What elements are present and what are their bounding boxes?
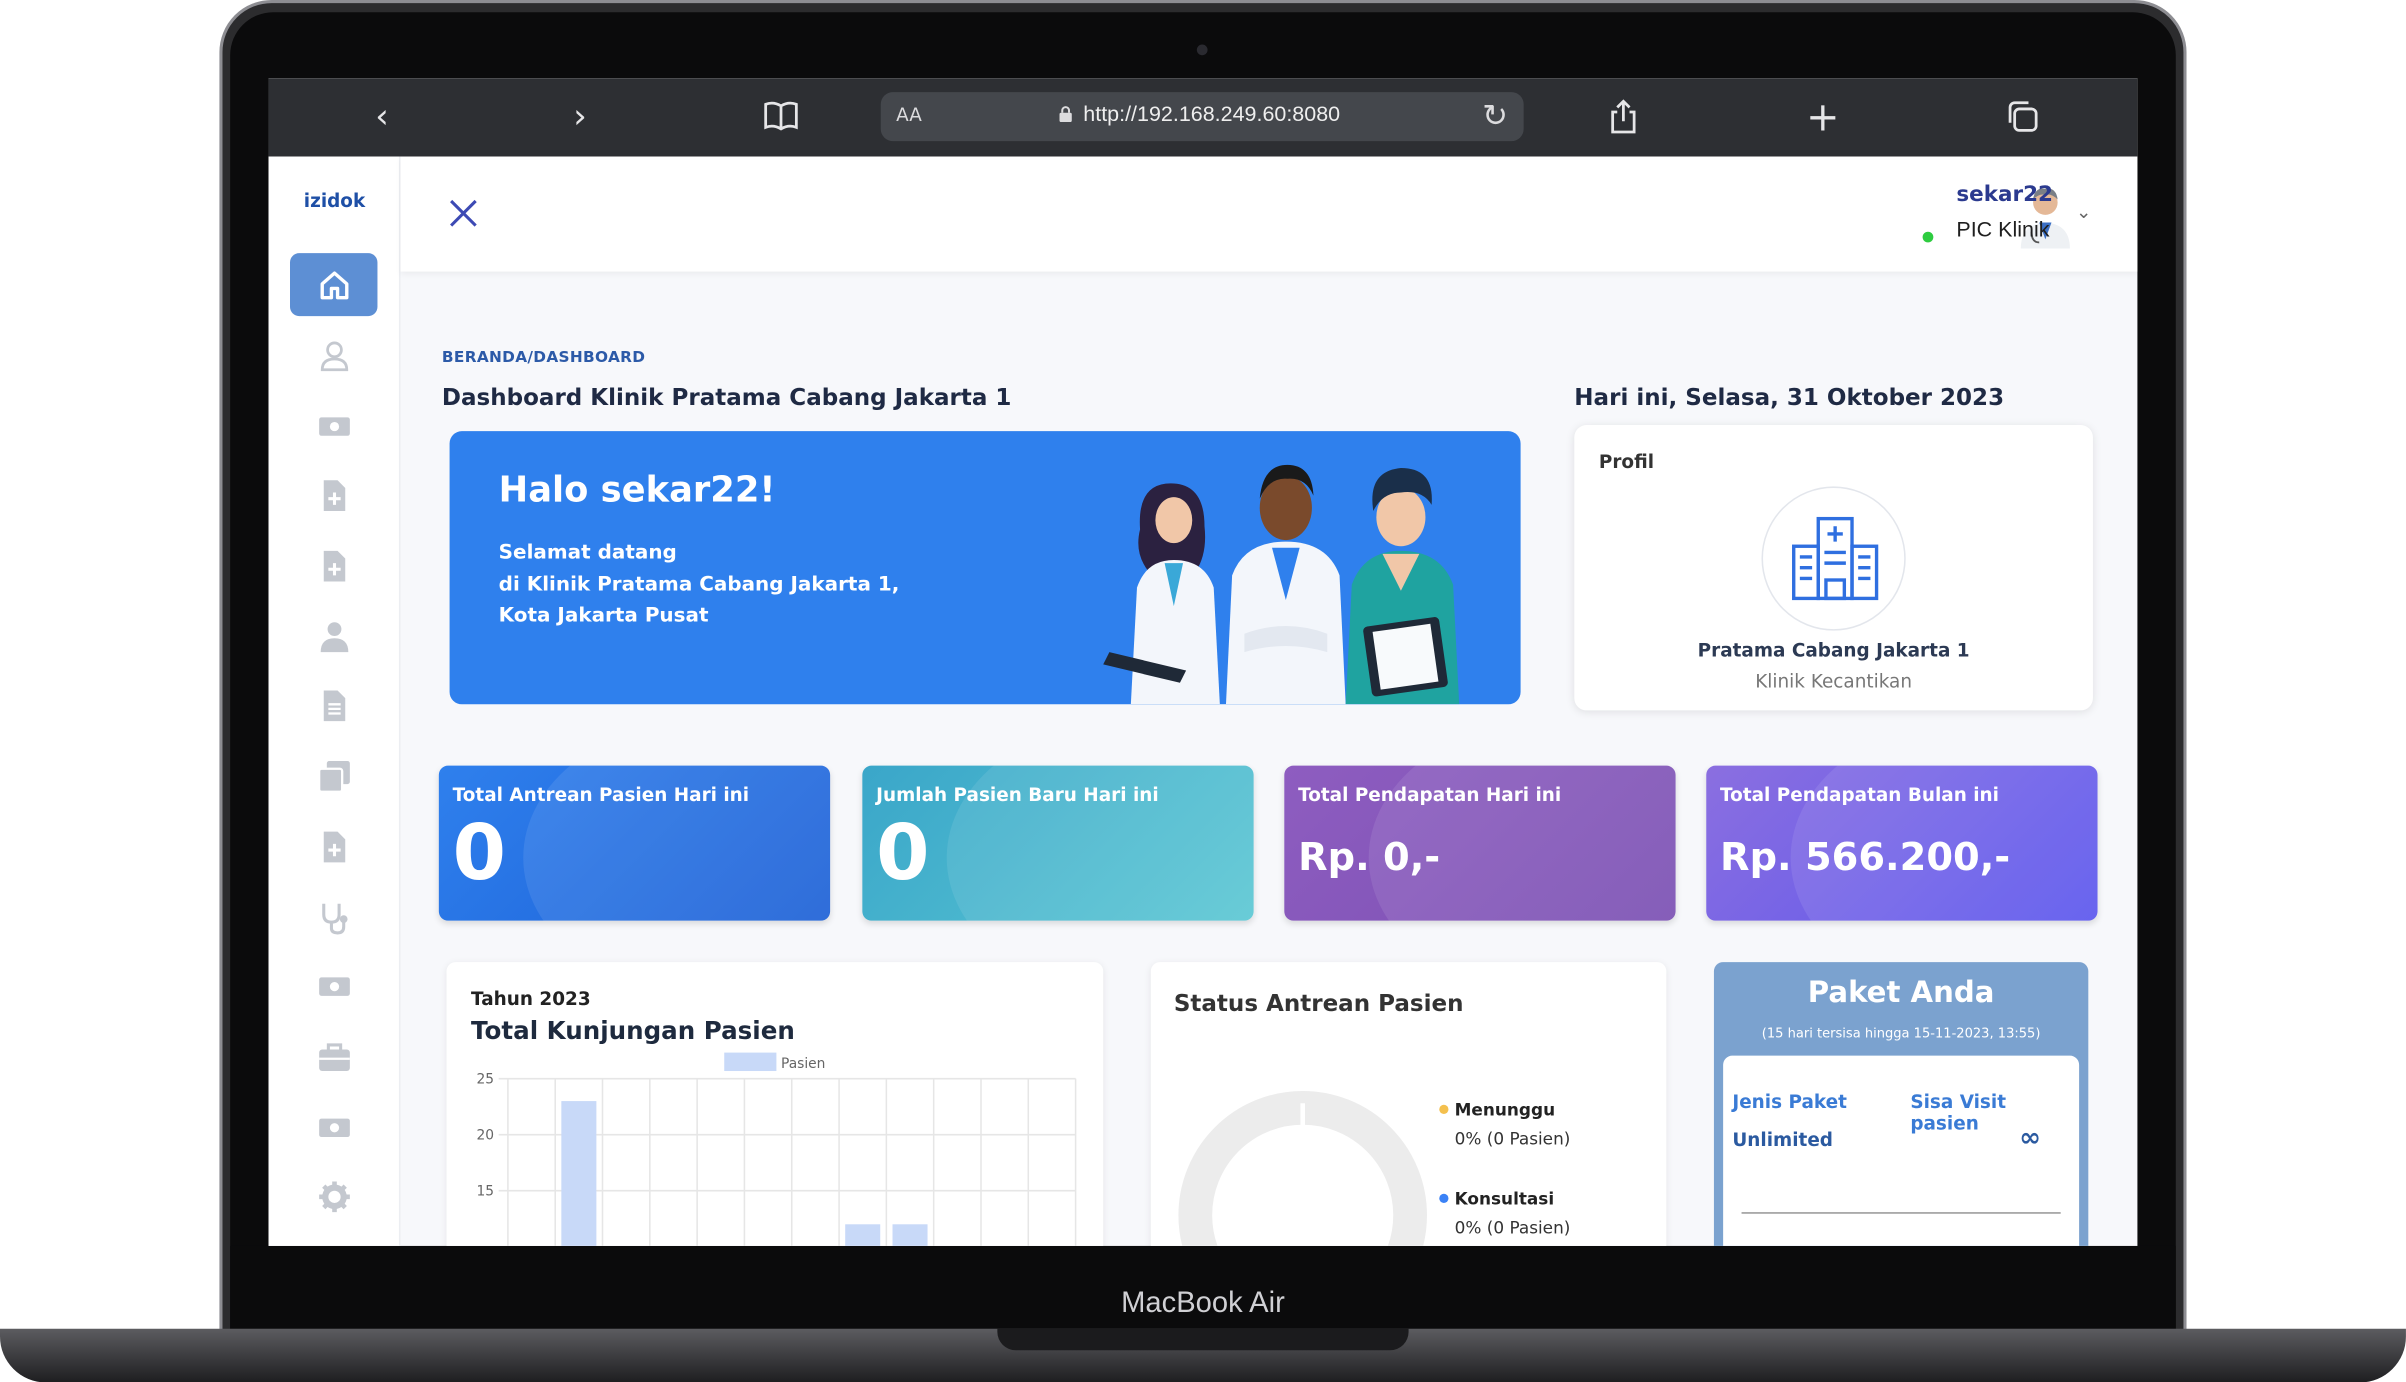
file-plus-icon[interactable] xyxy=(318,479,352,513)
camera-icon xyxy=(1196,44,1208,56)
y-tick-label: 20 xyxy=(477,1127,495,1143)
queue-status-title: Status Antrean Pasien xyxy=(1173,989,1464,1018)
legend-value: 0% (0 Pasien) xyxy=(1454,1129,1571,1150)
laptop-notch xyxy=(997,1328,1409,1351)
money-icon[interactable] xyxy=(318,970,352,1004)
welcome-banner: Halo sekar22! Selamat datang di Klinik P… xyxy=(449,431,1521,705)
legend-name: Menunggu xyxy=(1454,1100,1556,1121)
stethoscope-icon[interactable] xyxy=(318,901,352,935)
briefcase-icon[interactable] xyxy=(318,1040,352,1074)
package-type-header: Jenis Paket xyxy=(1732,1090,1847,1113)
package-subtitle: (15 hari tersisa hingga 15-11-2023, 13:5… xyxy=(1761,1026,2041,1042)
legend-dot xyxy=(1439,1193,1449,1203)
gear-icon[interactable] xyxy=(318,1180,352,1214)
hospital-icon xyxy=(1792,516,1879,601)
stat-card-queue: Total Antrean Pasien Hari ini 0 xyxy=(438,765,831,921)
queue-donut-chart xyxy=(1178,1090,1427,1246)
stat-value: 0 xyxy=(452,808,507,898)
legend-swatch xyxy=(724,1052,777,1072)
screen: ‹ › AA http://192.168.249.60:8080 ↻ + iz… xyxy=(268,78,2138,1246)
greeting: Halo sekar22! xyxy=(498,471,776,511)
stat-label: Total Pendapatan Hari ini xyxy=(1298,784,1562,806)
queue-status-card: Status Antrean Pasien Menunggu 0% (0 Pas… xyxy=(1150,962,1667,1246)
page-title: Dashboard Klinik Pratama Cabang Jakarta … xyxy=(441,383,1012,412)
welcome-text: Selamat datang di Klinik Pratama Cabang … xyxy=(499,539,900,633)
today-date: Hari ini, Selasa, 31 Oktober 2023 xyxy=(1574,383,2005,412)
stat-label: Total Antrean Pasien Hari ini xyxy=(452,784,750,806)
stat-card-new-patients: Jumlah Pasien Baru Hari ini 0 xyxy=(862,765,1254,921)
divider xyxy=(1741,1212,2061,1214)
new-tab-icon[interactable]: + xyxy=(1803,98,1843,138)
stat-label: Total Pendapatan Bulan ini xyxy=(1720,784,1999,806)
app-logo[interactable]: izidok xyxy=(269,190,401,211)
package-type-value: Unlimited xyxy=(1732,1129,1834,1151)
welcome-line: di Klinik Pratama Cabang Jakarta 1, xyxy=(498,573,900,597)
device-label: MacBook Air xyxy=(1121,1287,1285,1320)
stat-card-revenue-today: Total Pendapatan Hari ini Rp. 0,- xyxy=(1284,765,1676,921)
file-plus-icon[interactable] xyxy=(318,830,352,864)
online-status-dot xyxy=(1921,230,1935,244)
user-name[interactable]: sekar22 xyxy=(1956,183,2053,208)
package-title: Paket Anda xyxy=(1807,975,1995,1010)
home-icon xyxy=(320,271,349,300)
app-header xyxy=(400,156,2138,272)
legend-value: 0% (0 Pasien) xyxy=(1454,1218,1571,1239)
user-role: PIC Klinik xyxy=(1956,216,2050,241)
clinic-name: Pratama Cabang Jakarta 1 xyxy=(1697,639,1970,662)
profile-heading: Profil xyxy=(1598,451,1655,473)
welcome-line: Kota Jakarta Pusat xyxy=(498,604,709,628)
bar xyxy=(892,1224,928,1246)
money-icon[interactable] xyxy=(318,1111,352,1145)
stat-label: Jumlah Pasien Baru Hari ini xyxy=(876,784,1159,806)
url-text: http://192.168.249.60:8080 xyxy=(1083,101,1341,126)
stat-value: Rp. 566.200,- xyxy=(1720,834,2011,880)
visits-chart-card: Tahun 2023 Total Kunjungan Pasien Pasien… xyxy=(446,962,1104,1246)
chevron-down-icon[interactable]: ⌄ xyxy=(2076,201,2091,222)
bar xyxy=(561,1101,597,1246)
stat-card-revenue-month: Total Pendapatan Bulan ini Rp. 566.200,- xyxy=(1706,765,2098,921)
stat-value: Rp. 0,- xyxy=(1298,834,1441,880)
legend-item-waiting: Menunggu 0% (0 Pasien) xyxy=(1439,1100,1571,1150)
browser-toolbar: ‹ › AA http://192.168.249.60:8080 ↻ + xyxy=(268,78,2138,157)
breadcrumb[interactable]: BERANDA/DASHBOARD xyxy=(442,350,645,367)
y-tick-label: 15 xyxy=(477,1183,495,1199)
sidebar-item-home[interactable] xyxy=(290,253,378,317)
bookmarks-icon[interactable] xyxy=(761,98,801,138)
legend-dot xyxy=(1439,1104,1449,1114)
address-bar[interactable]: AA http://192.168.249.60:8080 ↻ xyxy=(880,92,1524,142)
welcome-line: Selamat datang xyxy=(498,541,677,565)
legend-label: Pasien xyxy=(781,1056,825,1072)
chart-title: Total Kunjungan Pasien xyxy=(471,1015,795,1045)
package-card: Paket Anda (15 hari tersisa hingga 15-11… xyxy=(1713,962,2089,1246)
reload-icon[interactable]: ↻ xyxy=(1482,97,1508,134)
money-icon[interactable] xyxy=(318,410,352,444)
doctors-illustration xyxy=(1103,464,1460,705)
bar xyxy=(845,1224,881,1246)
file-plus-icon[interactable] xyxy=(318,549,352,583)
visits-bar-chart: Pasien 25 20 15 xyxy=(477,1052,1077,1246)
back-icon[interactable]: ‹ xyxy=(362,98,402,138)
y-tick-label: 25 xyxy=(477,1071,495,1087)
user-icon[interactable] xyxy=(318,339,352,373)
package-details: Jenis Paket Sisa Visit pasien Unlimited … xyxy=(1723,1055,2080,1246)
profile-card: Profil Pratama Cabang Jakarta 1 Klinik K… xyxy=(1574,425,2093,711)
close-icon[interactable] xyxy=(447,196,481,230)
copy-icon[interactable] xyxy=(318,760,352,794)
forward-icon[interactable]: › xyxy=(560,98,600,138)
chart-year: Tahun 2023 xyxy=(471,988,591,1010)
tabs-icon[interactable] xyxy=(2002,98,2042,138)
sidebar: izidok xyxy=(268,156,401,1246)
clinic-avatar xyxy=(1761,486,1906,631)
lock-icon xyxy=(1059,106,1072,122)
stat-value: 0 xyxy=(876,808,930,898)
clinic-type: Klinik Kecantikan xyxy=(1755,670,1913,693)
remaining-visits-value: ∞ xyxy=(2019,1123,2042,1154)
remaining-visits-header: Sisa Visit pasien xyxy=(1910,1090,2007,1134)
document-icon[interactable] xyxy=(318,689,352,723)
share-icon[interactable] xyxy=(1603,98,1643,138)
reader-aa-button[interactable]: AA xyxy=(896,104,922,125)
person-icon[interactable] xyxy=(318,620,352,654)
legend-item-consultation: Konsultasi 0% (0 Pasien) xyxy=(1439,1189,1571,1239)
legend-name: Konsultasi xyxy=(1454,1189,1555,1210)
